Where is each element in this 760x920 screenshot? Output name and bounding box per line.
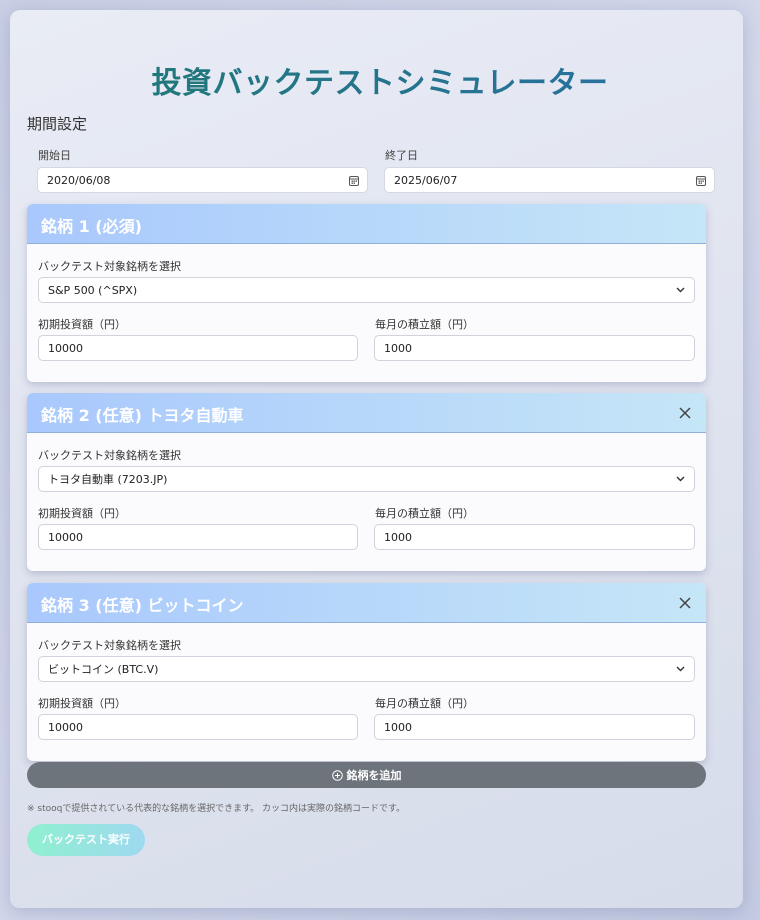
period-heading: 期間設定 xyxy=(27,115,88,133)
initial-investment-input[interactable]: 10000 xyxy=(38,714,358,740)
stock-select[interactable]: ビットコイン (BTC.V) xyxy=(38,656,695,682)
run-backtest-button[interactable]: バックテスト実行 xyxy=(27,824,145,856)
chevron-down-icon xyxy=(676,287,685,293)
info-note: ※ stooqで提供されている代表的な銘柄を選択できます。 カッコ内は実際の銘柄… xyxy=(27,804,406,814)
start-date-label: 開始日 xyxy=(38,149,71,162)
stock-select-value: S&P 500 (^SPX) xyxy=(48,284,138,297)
page-title: 投資バックテストシミュレーター xyxy=(0,58,760,102)
stock-card-3: 銘柄 3 (任意) ビットコイン バックテスト対象銘柄を選択 ビットコイン (B… xyxy=(27,583,706,761)
initial-investment-input[interactable]: 10000 xyxy=(38,524,358,550)
monthly-contribution-label: 毎月の積立額（円） xyxy=(375,697,474,710)
end-date-value: 2025/06/07 xyxy=(394,174,458,187)
end-date-input[interactable]: 2025/06/07 xyxy=(384,167,715,193)
stock-select[interactable]: トヨタ自動車 (7203.JP) xyxy=(38,466,695,492)
stock-card-1: 銘柄 1 (必須) バックテスト対象銘柄を選択 S&P 500 (^SPX) 初… xyxy=(27,204,706,382)
initial-investment-label: 初期投資額（円） xyxy=(38,318,126,331)
plus-circle-icon xyxy=(331,769,343,781)
monthly-contribution-label: 毎月の積立額（円） xyxy=(375,318,474,331)
stock-select-label: バックテスト対象銘柄を選択 xyxy=(38,639,181,652)
initial-investment-input[interactable]: 10000 xyxy=(38,335,358,361)
monthly-contribution-input[interactable]: 1000 xyxy=(374,714,695,740)
stock-select[interactable]: S&P 500 (^SPX) xyxy=(38,277,695,303)
stock-select-label: バックテスト対象銘柄を選択 xyxy=(38,260,181,273)
close-icon[interactable] xyxy=(678,406,692,420)
stock-card-2: 銘柄 2 (任意) トヨタ自動車 バックテスト対象銘柄を選択 トヨタ自動車 (7… xyxy=(27,393,706,571)
start-date-value: 2020/06/08 xyxy=(47,174,111,187)
initial-investment-label: 初期投資額（円） xyxy=(38,507,126,520)
monthly-contribution-label: 毎月の積立額（円） xyxy=(375,507,474,520)
calendar-icon[interactable] xyxy=(696,175,706,186)
chevron-down-icon xyxy=(676,476,685,482)
stock-select-value: トヨタ自動車 (7203.JP) xyxy=(48,473,168,486)
initial-investment-label: 初期投資額（円） xyxy=(38,697,126,710)
add-stock-label: 銘柄を追加 xyxy=(346,769,402,782)
stock-card-header: 銘柄 2 (任意) トヨタ自動車 xyxy=(27,393,706,433)
add-stock-button[interactable]: 銘柄を追加 xyxy=(27,762,706,788)
stock-card-title: 銘柄 2 (任意) トヨタ自動車 xyxy=(41,406,244,425)
chevron-down-icon xyxy=(676,666,685,672)
stock-select-label: バックテスト対象銘柄を選択 xyxy=(38,449,181,462)
stock-card-header: 銘柄 1 (必須) xyxy=(27,204,706,244)
end-date-label: 終了日 xyxy=(385,149,418,162)
stock-card-header: 銘柄 3 (任意) ビットコイン xyxy=(27,583,706,623)
stock-card-title: 銘柄 1 (必須) xyxy=(41,217,142,236)
stock-select-value: ビットコイン (BTC.V) xyxy=(48,663,159,676)
calendar-icon[interactable] xyxy=(349,175,359,186)
close-icon[interactable] xyxy=(678,596,692,610)
monthly-contribution-input[interactable]: 1000 xyxy=(374,335,695,361)
start-date-input[interactable]: 2020/06/08 xyxy=(37,167,368,193)
stock-card-title: 銘柄 3 (任意) ビットコイン xyxy=(41,596,244,615)
monthly-contribution-input[interactable]: 1000 xyxy=(374,524,695,550)
